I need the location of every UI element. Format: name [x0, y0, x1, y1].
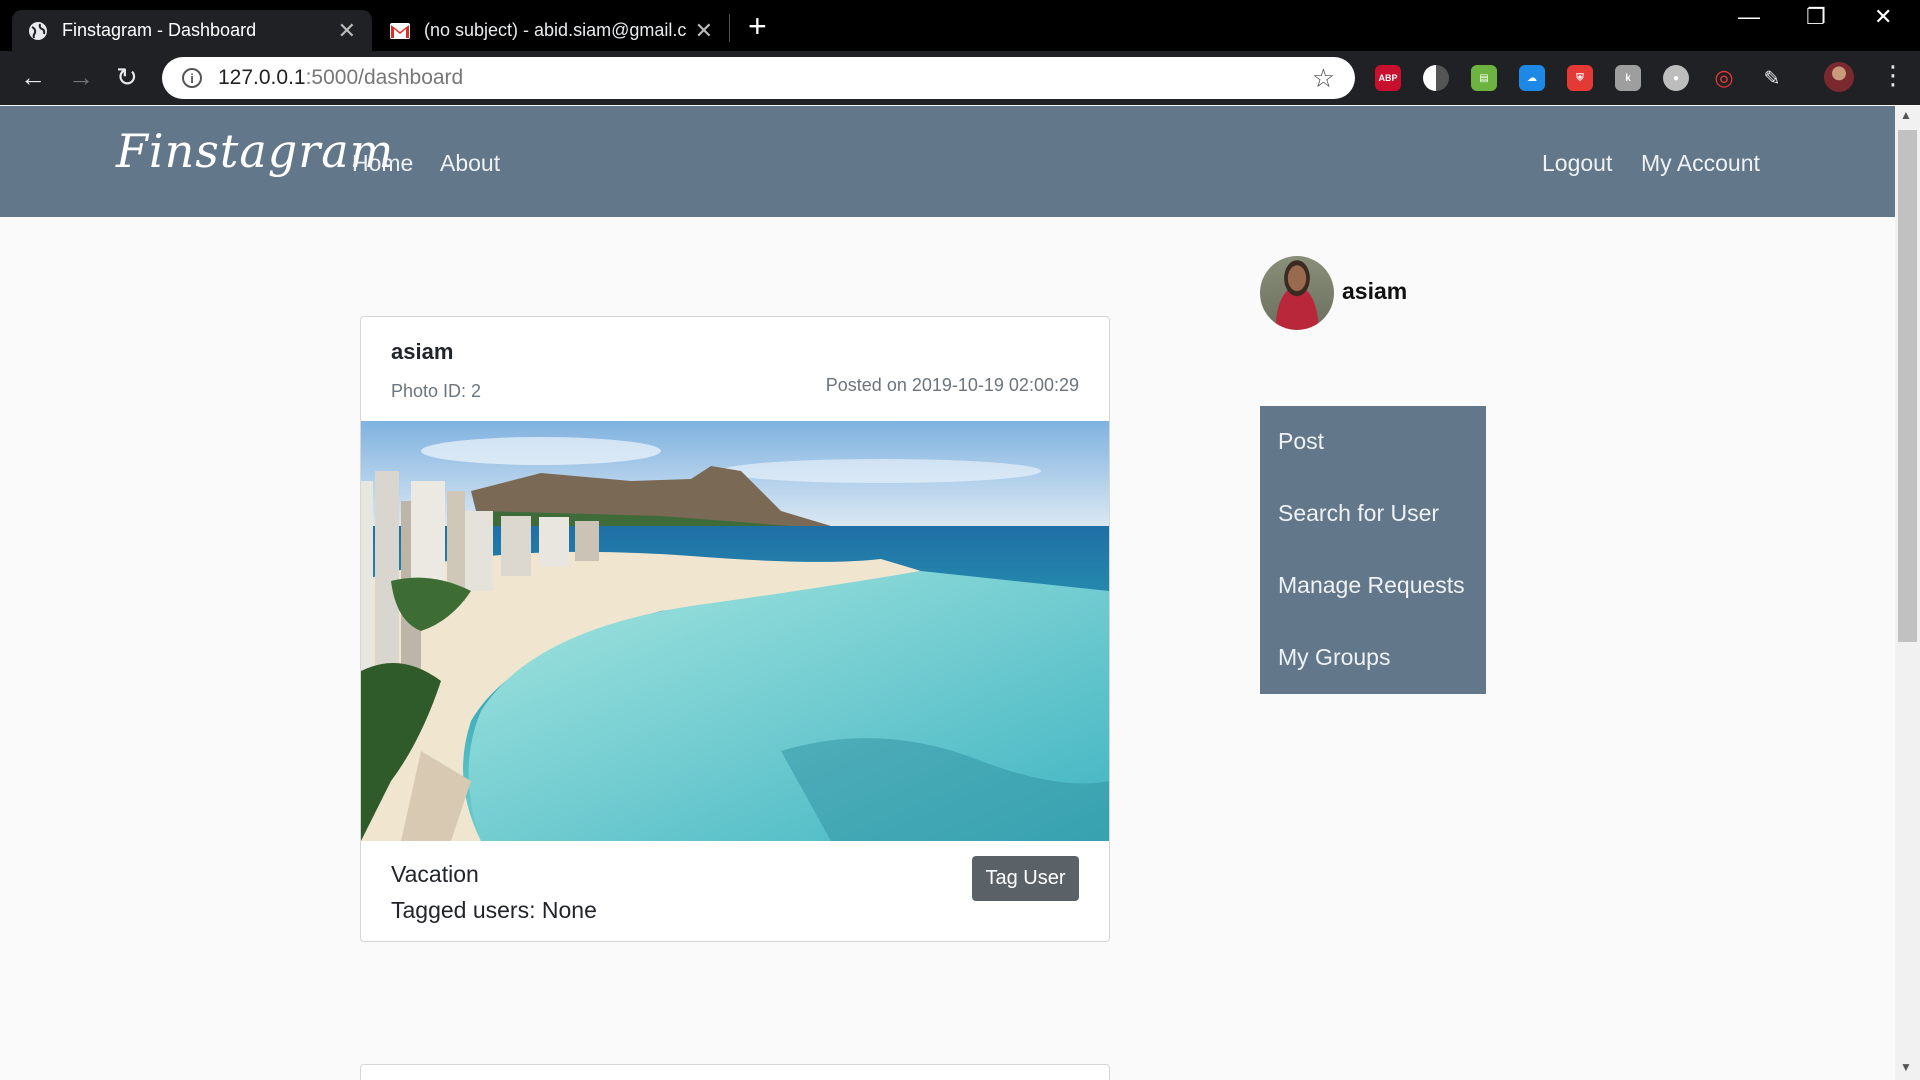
post-photo — [361, 421, 1109, 841]
info-icon[interactable]: i — [182, 68, 202, 88]
sidebar-item-post[interactable]: Post — [1278, 428, 1324, 455]
post-caption: Vacation — [391, 861, 479, 887]
window-close-icon[interactable]: ✕ — [1874, 4, 1892, 30]
minimize-icon[interactable]: — — [1738, 4, 1760, 30]
nav-home-link[interactable]: Home — [352, 150, 413, 177]
nav-logout-link[interactable]: Logout — [1542, 150, 1612, 177]
globe-icon — [28, 21, 48, 41]
browser-tab-bar: Finstagram - Dashboard ✕ (no subject) - … — [0, 0, 1920, 51]
sidebar-item-search-for-user[interactable]: Search for User — [1278, 500, 1439, 527]
gmail-icon — [390, 21, 410, 41]
post-card: asiam Photo ID: 2 Posted on 2019-10-19 0… — [360, 316, 1110, 942]
tab-gmail[interactable]: (no subject) - abid.siam@gmail.c ✕ — [374, 10, 729, 51]
post-username[interactable]: asiam — [391, 339, 453, 365]
sidebar-username[interactable]: asiam — [1342, 278, 1407, 305]
restore-icon[interactable]: ❐ — [1806, 4, 1826, 30]
scrollbar-thumb[interactable] — [1898, 130, 1917, 642]
post-header: asiam Photo ID: 2 Posted on 2019-10-19 0… — [361, 317, 1109, 421]
site-navbar: Finstagram Home About Logout My Account — [0, 106, 1895, 217]
address-bar[interactable]: i 127.0.0.1:5000/dashboard ☆ — [162, 57, 1355, 99]
post-tagged-users: Tagged users: None — [391, 897, 597, 923]
close-tab-icon[interactable]: ✕ — [695, 18, 713, 44]
back-icon[interactable]: ← — [20, 63, 46, 91]
shield-icon[interactable]: ⛨ — [1567, 65, 1593, 91]
post-timestamp: Posted on 2019-10-19 02:00:29 — [825, 375, 1079, 395]
tab-separator — [729, 14, 730, 42]
cloud-icon[interactable]: ☁ — [1519, 65, 1545, 91]
tab-finstagram-dashboard[interactable]: Finstagram - Dashboard ✕ — [12, 10, 372, 51]
url-host: 127.0.0.1 — [218, 66, 306, 89]
sidebar-item-my-groups[interactable]: My Groups — [1278, 644, 1390, 671]
browser-profile-avatar[interactable] — [1824, 62, 1854, 92]
forward-icon[interactable]: → — [68, 63, 94, 91]
target-icon[interactable]: ◎ — [1711, 65, 1737, 91]
tab-title: (no subject) - abid.siam@gmail.c — [424, 20, 687, 40]
menu-kebab-icon[interactable]: ⋮ — [1880, 60, 1906, 90]
bookmark-star-icon[interactable]: ☆ — [1312, 63, 1335, 94]
sidebar-item-manage-requests[interactable]: Manage Requests — [1278, 572, 1465, 599]
printer-icon[interactable]: ▤ — [1471, 65, 1497, 91]
record-icon[interactable]: ● — [1663, 65, 1689, 91]
page-viewport: Finstagram Home About Logout My Account … — [0, 106, 1895, 1080]
sidebar-menu: Post Search for User Manage Requests My … — [1260, 406, 1486, 694]
url-path: :5000/dashboard — [305, 66, 464, 89]
close-tab-icon[interactable]: ✕ — [338, 18, 356, 44]
reload-icon[interactable]: ↻ — [116, 63, 138, 91]
tab-title: Finstagram - Dashboard — [62, 20, 257, 40]
nav-about-link[interactable]: About — [440, 150, 500, 177]
adblock-icon[interactable]: ABP — [1375, 65, 1401, 91]
post-photo-id: Photo ID: 2 — [391, 381, 482, 401]
scroll-up-icon[interactable]: ▲ — [1900, 108, 1912, 122]
pen-icon[interactable]: ✎ — [1759, 65, 1785, 91]
new-tab-icon[interactable]: + — [748, 10, 767, 42]
scroll-down-icon[interactable]: ▼ — [1900, 1060, 1912, 1074]
next-post-card — [360, 1064, 1110, 1080]
user-avatar[interactable] — [1260, 256, 1334, 330]
nav-my-account-link[interactable]: My Account — [1641, 150, 1760, 177]
k-extension-icon[interactable]: k — [1615, 65, 1641, 91]
dark-mode-icon[interactable] — [1423, 65, 1449, 91]
tag-user-button[interactable]: Tag User — [972, 856, 1079, 901]
